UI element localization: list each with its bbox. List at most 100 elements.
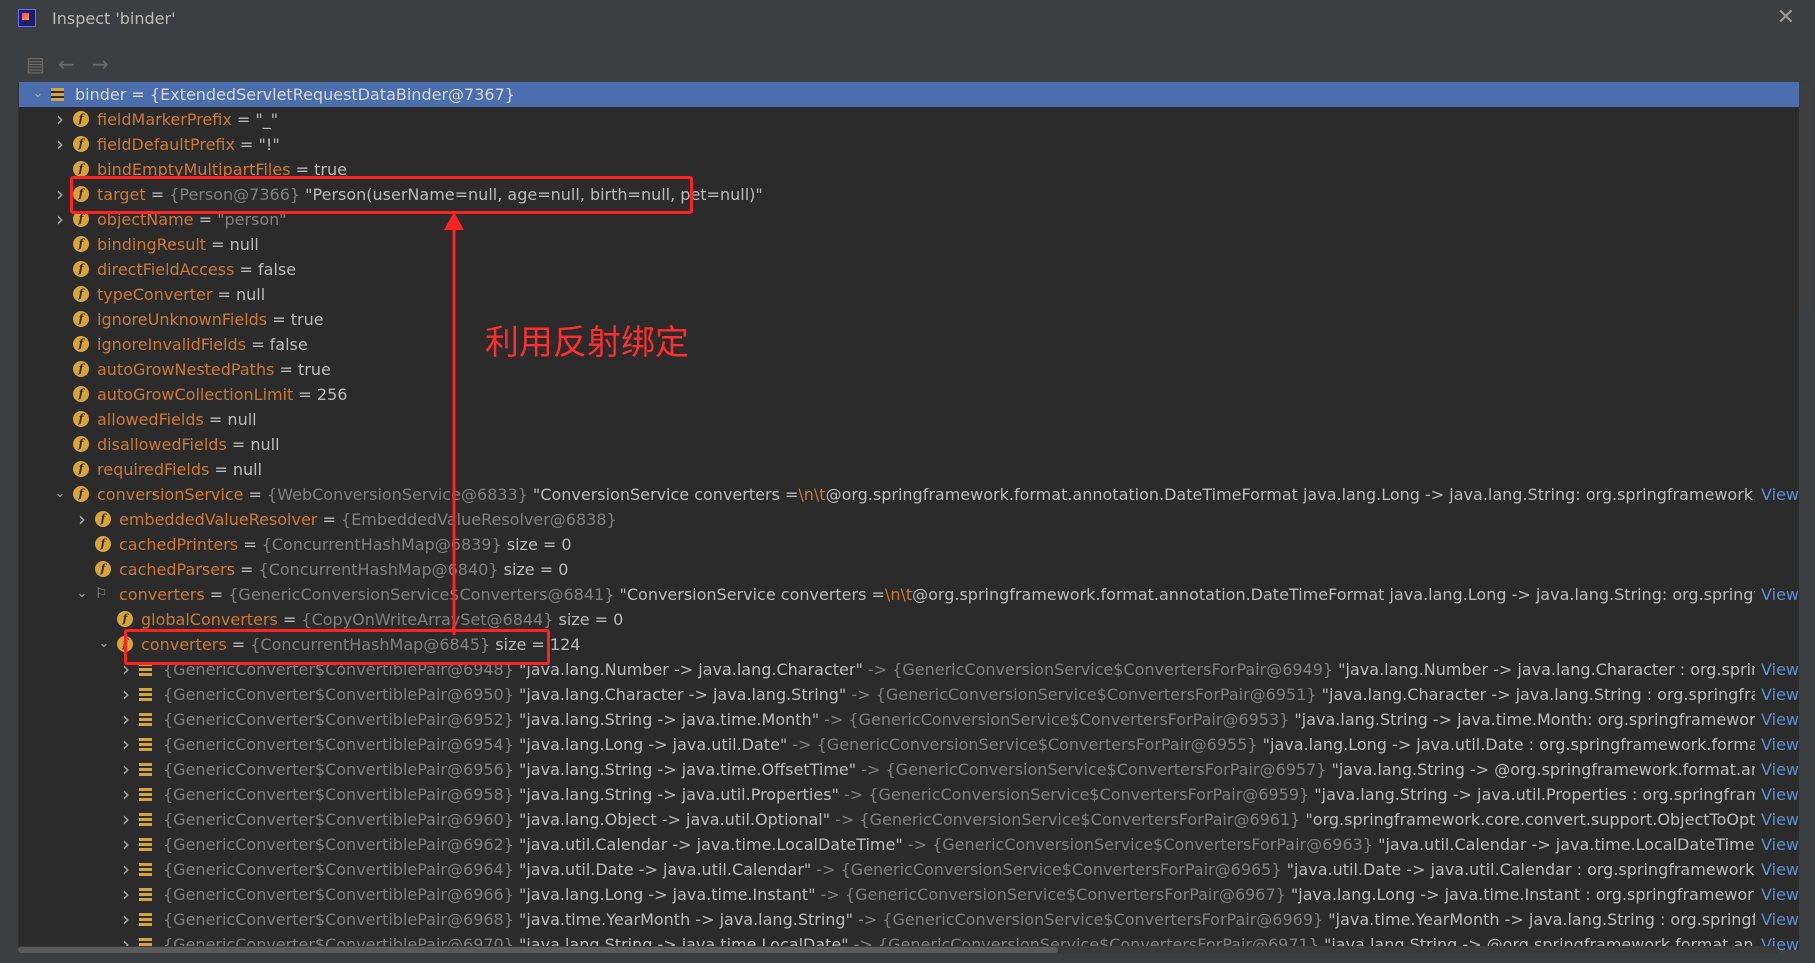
tree-row[interactable]: f autoGrowNestedPaths = true: [19, 357, 1799, 382]
horizontal-scrollbar[interactable]: [18, 946, 1778, 954]
close-icon[interactable]: ✕: [1777, 5, 1795, 30]
horizontal-scrollbar-thumb[interactable]: [18, 947, 1058, 953]
object-icon: [139, 813, 152, 826]
chevron-down-icon[interactable]: ⌄: [53, 484, 67, 504]
vertical-scrollbar[interactable]: [1800, 82, 1810, 312]
view-link[interactable]: View: [1755, 734, 1799, 755]
value-text: "java.lang.Character -> java.lang.String…: [513, 685, 847, 704]
tree-row[interactable]: › f embeddedValueResolver = {EmbeddedValue…: [19, 507, 1799, 532]
view-link[interactable]: View: [1755, 784, 1799, 805]
value-text: "java.time.YearMonth -> java.lang.String…: [513, 910, 853, 929]
chevron-right-icon[interactable]: ›: [119, 709, 133, 729]
value-text: "ConversionService converters =: [614, 585, 885, 604]
forward-arrow-icon[interactable]: →: [92, 52, 109, 76]
view-link[interactable]: View: [1755, 884, 1799, 905]
value-text: "!": [258, 135, 280, 154]
chevron-right-icon[interactable]: ›: [53, 209, 67, 229]
chevron-right-icon[interactable]: ›: [119, 684, 133, 704]
map-entry-row[interactable]: › {GenericConverter$ConvertiblePair@6960}…: [19, 807, 1799, 832]
map-entry-row[interactable]: › {GenericConverter$ConvertiblePair@6956}…: [19, 757, 1799, 782]
tree-row[interactable]: f ignoreUnknownFields = true: [19, 307, 1799, 332]
value-type-label: {GenericConversionService$ConvertersForP…: [892, 660, 1334, 679]
map-entry-row[interactable]: › {GenericConverter$ConvertiblePair@6952}…: [19, 707, 1799, 732]
variable-name: globalConverters: [141, 610, 278, 629]
map-entry-row[interactable]: › {GenericConverter$ConvertiblePair@6964}…: [19, 857, 1799, 882]
map-entry-row[interactable]: › {GenericConverter$ConvertiblePair@6950}…: [19, 682, 1799, 707]
tree-row[interactable]: ⌄ binder = {ExtendedServletRequestDataBin…: [19, 82, 1799, 107]
field-icon: f: [95, 511, 111, 527]
map-entry-row[interactable]: › {GenericConverter$ConvertiblePair@6968}…: [19, 907, 1799, 932]
tree-row[interactable]: f autoGrowCollectionLimit = 256: [19, 382, 1799, 407]
row-content: bindingResult = null: [97, 234, 259, 255]
value-text: "java.lang.Long -> java.time.Instant": [513, 885, 816, 904]
tree-row[interactable]: f typeConverter = null: [19, 282, 1799, 307]
back-arrow-icon[interactable]: ←: [58, 52, 75, 76]
tree-row[interactable]: f cachedParsers = {ConcurrentHashMap@6840…: [19, 557, 1799, 582]
chevron-right-icon[interactable]: ›: [119, 759, 133, 779]
view-link[interactable]: View: [1755, 834, 1799, 855]
chevron-right-icon[interactable]: ›: [53, 109, 67, 129]
field-icon: f: [73, 311, 89, 327]
view-link[interactable]: View: [1755, 709, 1799, 730]
row-content: allowedFields = null: [97, 409, 257, 430]
chevron-right-icon[interactable]: ›: [119, 809, 133, 829]
view-link[interactable]: View: [1755, 759, 1799, 780]
row-content: conversionService = {WebConversionServic…: [97, 484, 1799, 505]
chevron-right-icon[interactable]: ›: [119, 859, 133, 879]
chevron-down-icon[interactable]: ⌄: [75, 584, 89, 604]
chevron-right-icon[interactable]: ›: [53, 184, 67, 204]
tree-row[interactable]: › f fieldMarkerPrefix = "_": [19, 107, 1799, 132]
tree-row[interactable]: f allowedFields = null: [19, 407, 1799, 432]
tree-row[interactable]: f requiredFields = null: [19, 457, 1799, 482]
value-type-label: {GenericConversionService$ConvertersForP…: [844, 885, 1286, 904]
tree-row[interactable]: ⌄ f conversionService = {WebConversionServ…: [19, 482, 1799, 507]
mapping-arrow: ->: [852, 910, 883, 929]
view-link[interactable]: View: [1755, 484, 1799, 505]
chevron-right-icon[interactable]: ›: [119, 909, 133, 929]
chevron-down-icon[interactable]: ⌄: [97, 634, 111, 654]
type-label: {WebConversionService@6833}: [267, 485, 528, 504]
value-type-label: {GenericConversionService$ConvertersForP…: [840, 860, 1282, 879]
view-link[interactable]: View: [1755, 809, 1799, 830]
field-icon: f: [73, 286, 89, 302]
mapping-arrow: ->: [902, 835, 933, 854]
tree-row[interactable]: f cachedPrinters = {ConcurrentHashMap@683…: [19, 532, 1799, 557]
value-description: "java.util.Calendar -> java.time.LocalDa…: [1378, 835, 1799, 854]
chevron-right-icon[interactable]: ›: [75, 509, 89, 529]
map-entry-row[interactable]: › {GenericConverter$ConvertiblePair@6954}…: [19, 732, 1799, 757]
chevron-right-icon[interactable]: ›: [119, 734, 133, 754]
view-link[interactable]: View: [1755, 684, 1799, 705]
tree-row[interactable]: f directFieldAccess = false: [19, 257, 1799, 282]
chevron-right-icon[interactable]: ›: [53, 134, 67, 154]
intellij-logo-icon: [18, 9, 36, 27]
field-icon: f: [95, 536, 111, 552]
object-icon: [139, 738, 152, 751]
value-text: null: [232, 460, 263, 479]
field-icon: f: [73, 261, 89, 277]
tree-row[interactable]: f disallowedFields = null: [19, 432, 1799, 457]
map-entry-row[interactable]: › {GenericConverter$ConvertiblePair@6966}…: [19, 882, 1799, 907]
row-content: ignoreInvalidFields = false: [97, 334, 308, 355]
view-link[interactable]: View: [1755, 659, 1799, 680]
value-description: "java.lang.Long -> java.time.Instant : o…: [1290, 885, 1799, 904]
chevron-down-icon[interactable]: ⌄: [31, 84, 45, 104]
chevron-right-icon[interactable]: ›: [119, 834, 133, 854]
chevron-right-icon[interactable]: ›: [119, 784, 133, 804]
mapping-arrow: ->: [819, 710, 849, 729]
view-link[interactable]: View: [1755, 859, 1799, 880]
value-text: null: [250, 435, 280, 454]
object-icon: [139, 713, 152, 726]
tree-row[interactable]: f ignoreInvalidFields = false: [19, 332, 1799, 357]
row-content: {GenericConverter$ConvertiblePair@6956} …: [163, 759, 1799, 780]
chevron-right-icon[interactable]: ›: [119, 884, 133, 904]
tree-row[interactable]: ⌄ ⚐ converters = {GenericConversionService…: [19, 582, 1799, 607]
view-link[interactable]: View: [1755, 909, 1799, 930]
tree-row[interactable]: › f fieldDefaultPrefix = "!": [19, 132, 1799, 157]
map-entry-row[interactable]: › {GenericConverter$ConvertiblePair@6962}…: [19, 832, 1799, 857]
new-watch-icon[interactable]: ▤: [26, 52, 45, 76]
view-link[interactable]: View: [1755, 584, 1799, 605]
tree-row[interactable]: f bindingResult = null: [19, 232, 1799, 257]
map-entry-row[interactable]: › {GenericConverter$ConvertiblePair@6958}…: [19, 782, 1799, 807]
value-text: "ConversionService converters =: [527, 485, 799, 504]
mapping-arrow: ->: [815, 885, 845, 904]
